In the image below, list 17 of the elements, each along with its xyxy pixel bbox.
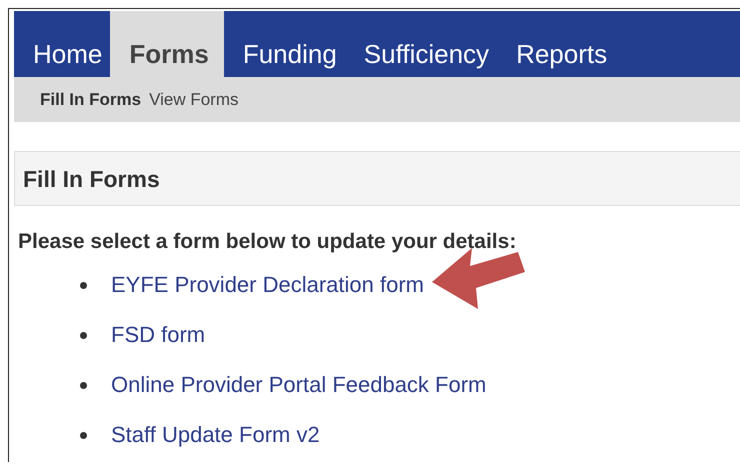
section-header: Fill In Forms (14, 151, 740, 206)
form-link[interactable]: FSD form (111, 322, 206, 348)
bullet-icon (80, 332, 87, 338)
nav-tab[interactable]: Funding (224, 11, 345, 77)
nav-tab[interactable]: Sufficiency (344, 11, 498, 77)
sub-nav-link[interactable]: Fill In Forms (40, 90, 142, 110)
form-link[interactable]: Online Provider Portal Feedback Form (111, 372, 486, 398)
form-link[interactable]: EYFE Provider Declaration form (111, 272, 424, 298)
nav-tab[interactable]: Reports (497, 11, 616, 77)
nav-tab[interactable]: Home (14, 11, 110, 77)
instruction-text: Please select a form below to update your details: (18, 230, 518, 254)
nav-tab[interactable]: Forms (110, 11, 224, 77)
bullet-icon (80, 432, 87, 438)
bullet-icon (80, 282, 87, 288)
sub-nav-link[interactable]: View Forms (149, 90, 238, 110)
form-link[interactable]: Staff Update Form v2 (111, 422, 320, 448)
bullet-icon (80, 382, 87, 388)
